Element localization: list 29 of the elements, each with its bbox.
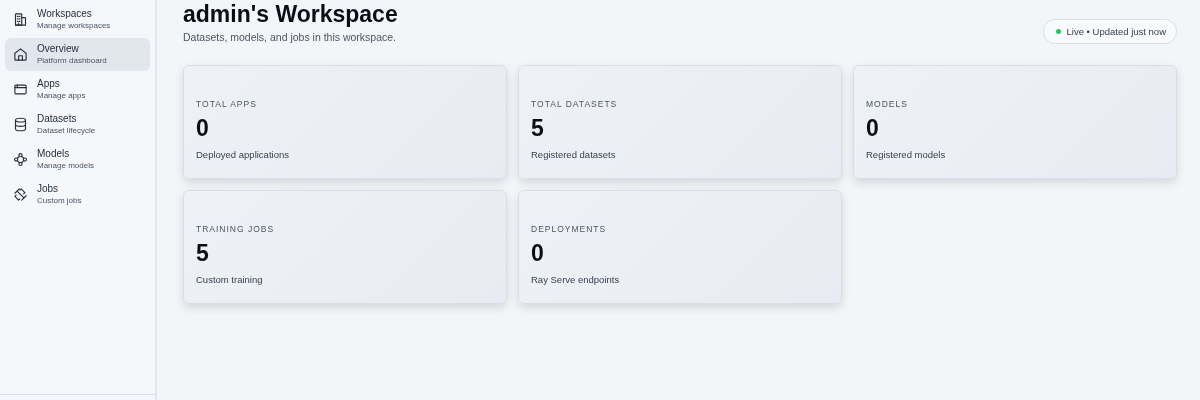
stat-value: 0 — [866, 115, 879, 141]
sidebar-item[interactable]: Jobs Custom jobs — [5, 178, 150, 211]
building-icon — [13, 12, 28, 27]
window-icon — [13, 82, 28, 97]
stat-value: 0 — [196, 115, 209, 141]
home-icon — [13, 47, 28, 62]
nodes-icon — [13, 152, 28, 167]
stat-label: DEPLOYMENTS — [531, 224, 607, 234]
stat-label: TOTAL APPS — [196, 99, 257, 109]
sidebar-item[interactable]: Overview Platform dashboard — [5, 38, 150, 71]
stat-description: Registered datasets — [531, 149, 616, 160]
status-badge: Live • Updated just now — [1042, 19, 1177, 44]
stat-description: Custom training — [196, 274, 263, 285]
page-subtitle: Datasets, models, and jobs in this workspace. — [183, 31, 397, 43]
stat-description: Deployed applications — [196, 149, 289, 160]
stat-description: Registered models — [866, 149, 946, 160]
sidebar-item[interactable]: Workspaces Manage workspaces — [5, 3, 150, 36]
stat-label: TOTAL DATASETS — [531, 99, 618, 109]
page-title: admin's Workspace — [183, 1, 398, 27]
database-icon — [13, 117, 28, 132]
stat-value: 5 — [196, 240, 209, 266]
stat-label: MODELS — [866, 99, 908, 109]
sidebar-item[interactable]: Apps Manage apps — [5, 73, 150, 106]
sidebar-item[interactable]: Models Manage models — [5, 143, 150, 176]
stat-label: TRAINING JOBS — [196, 224, 275, 234]
stat-description: Ray Serve endpoints — [531, 274, 620, 285]
sidebar-item[interactable]: Datasets Dataset lifecycle — [5, 108, 150, 141]
stat-value: 0 — [531, 240, 544, 266]
stat-value: 5 — [531, 115, 544, 141]
